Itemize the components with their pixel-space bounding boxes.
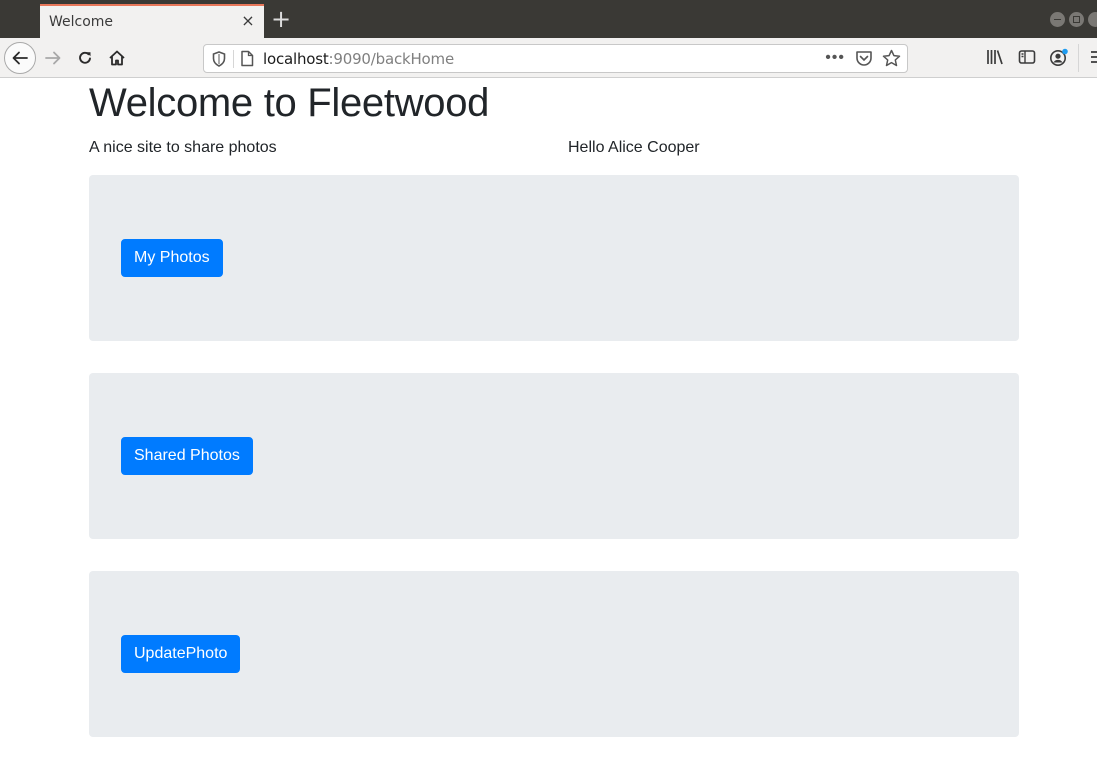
page-icon[interactable]	[240, 50, 254, 72]
window-controls	[1050, 12, 1097, 27]
reload-icon	[79, 51, 91, 64]
my-photos-button[interactable]: My Photos	[121, 239, 223, 277]
update-photo-button[interactable]: UpdatePhoto	[121, 635, 241, 673]
close-tab-icon[interactable]: ×	[240, 12, 256, 30]
account-notification-badge	[1062, 48, 1068, 55]
maximize-window-button[interactable]	[1069, 12, 1084, 27]
hamburger-menu-icon[interactable]	[1090, 48, 1097, 71]
url-input[interactable]: localhost:9090/backHome	[263, 50, 454, 68]
library-icon[interactable]	[986, 48, 1004, 71]
toolbar-separator	[1078, 44, 1079, 72]
url-host: localhost	[263, 50, 329, 68]
address-bar-divider	[233, 50, 234, 68]
shared-photos-button[interactable]: Shared Photos	[121, 437, 253, 475]
reload-button[interactable]	[70, 43, 100, 73]
maximize-icon	[1073, 16, 1080, 23]
shared-photos-section: Shared Photos	[89, 373, 1019, 539]
site-tagline: A nice site to share photos	[89, 139, 277, 156]
shield-icon[interactable]	[212, 51, 226, 72]
home-button[interactable]	[102, 43, 132, 73]
url-path: :9090/backHome	[328, 50, 455, 68]
my-photos-section: My Photos	[89, 175, 1019, 341]
browser-navbar: localhost:9090/backHome •••	[0, 38, 1097, 78]
sidebar-icon[interactable]	[1018, 48, 1036, 71]
back-button[interactable]	[4, 42, 36, 74]
new-tab-button[interactable]: +	[270, 7, 292, 31]
minimize-icon	[1054, 18, 1061, 21]
pocket-icon[interactable]	[855, 50, 873, 72]
home-icon	[109, 50, 125, 66]
minimize-window-button[interactable]	[1050, 12, 1065, 27]
address-bar[interactable]: localhost:9090/backHome •••	[203, 44, 908, 73]
page-content: Welcome to Fleetwood A nice site to shar…	[0, 79, 1097, 761]
user-greeting: Hello Alice Cooper	[568, 139, 700, 156]
forward-button[interactable]	[38, 43, 68, 73]
browser-titlebar: Welcome × +	[0, 0, 1097, 38]
browser-tab-welcome[interactable]: Welcome ×	[40, 4, 264, 38]
arrow-left-icon	[12, 51, 28, 65]
close-window-button[interactable]	[1088, 12, 1097, 27]
page-actions-icon[interactable]: •••	[825, 49, 845, 67]
star-icon[interactable]	[882, 49, 901, 73]
account-icon[interactable]	[1049, 48, 1069, 73]
page-title: Welcome to Fleetwood	[89, 81, 490, 125]
arrow-right-icon	[45, 51, 61, 65]
update-photo-section: UpdatePhoto	[89, 571, 1019, 737]
tab-title: Welcome	[49, 14, 114, 30]
